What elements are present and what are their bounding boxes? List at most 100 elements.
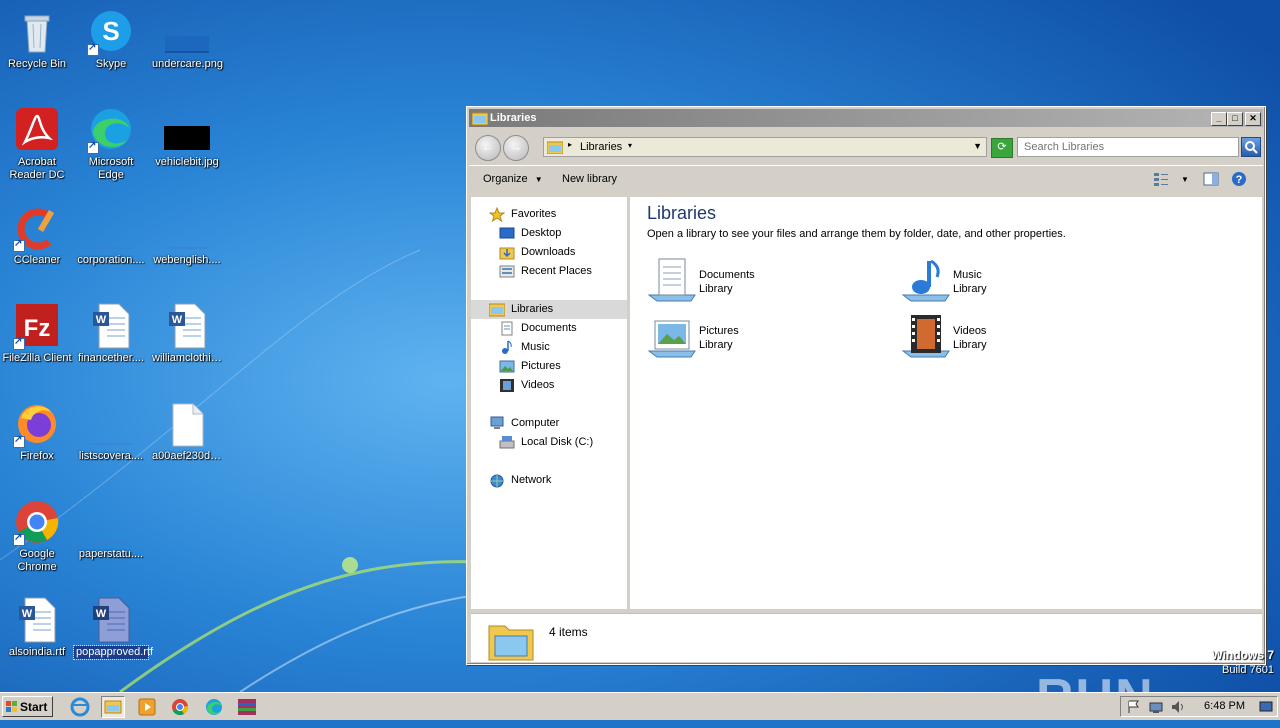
desktop-icon-webenglish[interactable]: webenglish....	[150, 204, 224, 267]
blank-file-icon	[163, 400, 211, 448]
new-library-button[interactable]: New library	[562, 173, 617, 185]
desktop-icon-paperstatu[interactable]: paperstatu....	[74, 498, 148, 561]
refresh-button[interactable]: ⟳	[991, 138, 1013, 158]
desktop-icon-undercare[interactable]: undercare.png	[150, 8, 224, 71]
address-toolbar: ← → ▸ Libraries ▾ ▼ ⟳	[469, 129, 1263, 163]
preview-pane-icon[interactable]	[1203, 172, 1219, 189]
navigation-pane: Favorites Desktop Downloads Recent Place…	[471, 197, 630, 609]
skype-icon: S	[87, 8, 135, 56]
chevron-down-icon: ▼	[534, 175, 543, 184]
item-count: 4 items	[549, 625, 588, 639]
forward-button[interactable]: →	[503, 135, 529, 161]
svg-text:W: W	[22, 608, 33, 620]
nav-videos[interactable]: Videos	[471, 376, 627, 395]
desktop-icon-edge[interactable]: Microsoft Edge	[74, 106, 148, 182]
breadcrumb-libraries[interactable]: Libraries	[580, 141, 622, 153]
taskbar-explorer-icon[interactable]	[101, 696, 125, 718]
close-button[interactable]: ✕	[1245, 112, 1261, 126]
desktop-icon-williamclothi[interactable]: W williamclothi....	[150, 302, 224, 365]
address-bar[interactable]: ▸ Libraries ▾ ▼	[543, 137, 987, 157]
windows-build-info: Windows 7 Build 7601	[1211, 648, 1274, 676]
view-options-icon[interactable]	[1153, 172, 1169, 189]
library-pictures[interactable]: Pictures Library	[647, 313, 867, 363]
breadcrumb-chevron-icon[interactable]: ▸	[568, 140, 572, 149]
desktop-icon-ccleaner[interactable]: CCleaner	[0, 204, 74, 267]
search-button[interactable]	[1241, 137, 1261, 157]
window-title-bar[interactable]: Libraries _ □ ✕	[469, 109, 1263, 127]
library-documents[interactable]: Documents Library	[647, 257, 867, 307]
taskbar-media-player-icon[interactable]	[135, 696, 159, 718]
nav-local-disk[interactable]: Local Disk (C:)	[471, 433, 627, 452]
address-dropdown-icon[interactable]: ▼	[973, 141, 982, 151]
desktop-icon-financether[interactable]: W financether....	[74, 302, 148, 365]
volume-icon[interactable]	[1171, 700, 1185, 714]
chevron-down-icon[interactable]: ▾	[628, 141, 632, 150]
nav-documents[interactable]: Documents	[471, 319, 627, 338]
nav-computer[interactable]: Computer	[471, 414, 627, 433]
word-doc-icon: W	[13, 596, 61, 644]
downloads-icon	[499, 247, 515, 260]
chevron-down-icon[interactable]: ▼	[1181, 175, 1189, 184]
search-input[interactable]	[1017, 137, 1239, 157]
desktop-icon-popapproved[interactable]: W popapproved.rtf	[73, 596, 153, 660]
edge-icon	[87, 106, 135, 154]
explorer-window[interactable]: Libraries _ □ ✕ ← → ▸ Libraries ▾ ▼ ⟳ Or…	[466, 106, 1266, 665]
chrome-icon	[13, 498, 61, 546]
show-desktop-icon[interactable]	[1259, 700, 1273, 714]
recycle-bin-icon	[13, 8, 61, 56]
star-icon	[489, 207, 505, 222]
maximize-button[interactable]: □	[1227, 112, 1243, 126]
file-icon	[87, 400, 135, 448]
nav-pictures[interactable]: Pictures	[471, 357, 627, 376]
library-videos[interactable]: Videos Library	[901, 313, 1121, 363]
nav-music[interactable]: Music	[471, 338, 627, 357]
taskbar-edge-icon[interactable]	[202, 696, 226, 718]
clock[interactable]: 6:48 PM	[1204, 700, 1245, 712]
nav-recent-places[interactable]: Recent Places	[471, 262, 627, 281]
image-file-icon	[163, 8, 211, 56]
start-button[interactable]: Start	[2, 696, 53, 717]
minimize-button[interactable]: _	[1211, 112, 1227, 126]
acrobat-icon	[13, 106, 61, 154]
nav-desktop[interactable]: Desktop	[471, 224, 627, 243]
network-tray-icon[interactable]	[1149, 700, 1163, 714]
back-button[interactable]: ←	[475, 135, 501, 161]
content-heading: Libraries	[647, 203, 717, 223]
desktop-icon-recycle-bin[interactable]: Recycle Bin	[0, 8, 74, 71]
organize-menu[interactable]: Organize ▼	[483, 173, 543, 185]
desktop-icon-acrobat[interactable]: Acrobat Reader DC	[0, 106, 74, 182]
svg-text:Fz: Fz	[24, 315, 51, 342]
action-center-flag-icon[interactable]	[1127, 700, 1141, 714]
taskbar: Start 6:48 PM	[0, 692, 1280, 720]
desktop-icon-skype[interactable]: S Skype	[74, 8, 148, 71]
desktop-icon-a00aef230d[interactable]: a00aef230d....	[150, 400, 224, 463]
nav-downloads[interactable]: Downloads	[471, 243, 627, 262]
desktop-icon-listscovera[interactable]: listscovera....	[74, 400, 148, 463]
svg-text:S: S	[102, 16, 119, 46]
desktop-icon-corporation[interactable]: corporation....	[74, 204, 148, 267]
nav-network[interactable]: Network	[471, 471, 627, 490]
taskbar-ie-icon[interactable]	[68, 696, 92, 718]
hard-drive-icon	[499, 436, 515, 449]
desktop-icon-firefox[interactable]: Firefox	[0, 400, 74, 463]
taskbar-winrar-icon[interactable]	[235, 696, 259, 718]
desktop-icon-alsoindia[interactable]: W alsoindia.rtf	[0, 596, 74, 659]
desktop-icon-chrome[interactable]: Google Chrome	[0, 498, 74, 574]
libraries-folder-icon	[547, 141, 563, 154]
pictures-icon	[499, 360, 515, 373]
desktop-icon-filezilla[interactable]: Fz FileZilla Client	[0, 302, 74, 365]
videos-library-icon	[901, 315, 950, 358]
file-icon	[87, 204, 135, 252]
word-doc-icon: W	[87, 596, 135, 644]
command-bar: Organize ▼ New library ▼ ?	[469, 165, 1263, 194]
nav-libraries[interactable]: Libraries	[471, 300, 627, 319]
library-music[interactable]: Music Library	[901, 257, 1121, 307]
desktop-icon	[499, 227, 515, 239]
network-icon	[490, 474, 504, 488]
libraries-folder-icon	[488, 625, 534, 661]
pictures-library-icon	[647, 320, 696, 358]
help-icon[interactable]: ?	[1231, 171, 1247, 190]
desktop-icon-vehiclebit[interactable]: vehiclebit.jpg	[150, 106, 224, 169]
nav-favorites[interactable]: Favorites	[471, 205, 627, 224]
taskbar-chrome-icon[interactable]	[168, 696, 192, 718]
